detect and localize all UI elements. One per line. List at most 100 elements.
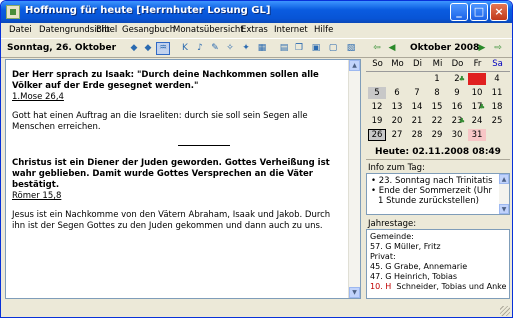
menu-internet[interactable]: Internet (274, 25, 308, 35)
prev-day-icon[interactable]: ◆ (127, 42, 141, 55)
calendar-day[interactable]: 11 (488, 87, 506, 99)
calendar-day[interactable]: 27 (388, 129, 406, 141)
lehrtext-comment: Jesus ist ein Nachkomme von den Vätern A… (12, 210, 331, 231)
month-forward-icon[interactable]: ▶ (475, 42, 489, 55)
calendar-day[interactable]: 9 (448, 87, 466, 99)
menu-datei[interactable]: Datei (9, 25, 32, 35)
reading-text: Der Herr sprach zu Isaak: "Durch deine N… (12, 70, 346, 232)
verse-icon[interactable]: ✎ (208, 42, 222, 55)
app-icon (6, 5, 20, 19)
scroll-down-icon[interactable]: ▼ (349, 287, 360, 298)
info-scrollbar[interactable]: ▲ ▼ (499, 174, 509, 214)
calendar-day-number: 29 (431, 130, 443, 140)
calendar-day-number: 11 (491, 88, 503, 98)
calendar-day-number: 7 (414, 88, 420, 98)
calendar-day[interactable]: 6 (388, 87, 406, 99)
calendar-day-number: 10 (471, 88, 483, 98)
calendar-day-number: 9 (454, 88, 460, 98)
jahrestage-row[interactable]: 45. G Grabe, Annemarie (370, 262, 467, 271)
prev-month-icon[interactable]: ⇦ (370, 42, 384, 55)
calendar-day-number: 21 (411, 116, 423, 126)
menu-hilfe[interactable]: Hilfe (314, 25, 333, 35)
prayer-icon[interactable]: ✧ (223, 42, 237, 55)
today-label[interactable]: Heute: 02.11.2008 08:49 (366, 147, 510, 157)
weekday-fr: Fr (473, 59, 482, 69)
view-icon[interactable]: ▢ (326, 42, 340, 55)
calendar-day-number: 28 (411, 130, 423, 140)
info-item: • Ende der Sommerzeit (Uhr 1 Stunde zurü… (371, 186, 493, 206)
calendar-day[interactable]: 7 (408, 87, 426, 99)
heute-divider (366, 159, 510, 160)
weekday-do: Do (451, 59, 464, 69)
scroll-up-icon[interactable]: ▲ (349, 60, 360, 71)
calendar-day[interactable]: 15 (428, 101, 446, 113)
calendar-day[interactable]: 8 (428, 87, 446, 99)
calendar-day[interactable]: 24 (468, 115, 486, 127)
calendar-day[interactable]: 16 (448, 101, 466, 113)
next-month-icon[interactable]: ⇨ (491, 42, 505, 55)
calendar-day[interactable]: 30 (448, 129, 466, 141)
jahrestage-row[interactable]: 47. G Heinrich, Tobias (370, 272, 457, 281)
info-item-text: 23. Sonntag nach Trinitatis (378, 176, 493, 186)
resize-grip-icon[interactable] (500, 306, 510, 316)
calendar-day[interactable]: 26 (368, 129, 386, 141)
calendar-day[interactable]: 25 (488, 115, 506, 127)
calendar-day-number: 12 (371, 102, 383, 112)
jahrestage-list[interactable]: Gemeinde: 57. G Müller, Fritz Privat: 45… (366, 229, 510, 299)
info-box[interactable]: • 23. Sonntag nach Trinitatis • Ende der… (366, 173, 510, 215)
jahrestage-row[interactable]: 10. H Schneider, Tobias und Anke (370, 282, 506, 291)
menu-gesangbuch[interactable]: Gesangbuch (122, 25, 175, 35)
calendar-day[interactable]: 19 (368, 115, 386, 127)
info-scroll-up-icon[interactable]: ▲ (499, 174, 509, 184)
calendar-day-number: 24 (471, 116, 483, 126)
menu-bibel[interactable]: Bibel (96, 25, 117, 35)
calendar-day-number: 20 (391, 116, 403, 126)
minimize-button[interactable]: _ (450, 3, 468, 21)
copy-icon[interactable]: ❐ (292, 42, 306, 55)
calendar-icon[interactable]: ▣ (309, 42, 323, 55)
calendar-day[interactable]: 4 (488, 73, 506, 85)
month-back-icon[interactable]: ◀ (385, 42, 399, 55)
calendar-day[interactable]: 1 (428, 73, 446, 85)
calendar-day[interactable]: 13 (388, 101, 406, 113)
menu-extras[interactable]: Extras (241, 25, 268, 35)
calendar-day[interactable]: 29 (428, 129, 446, 141)
calendar-day[interactable]: 21 (408, 115, 426, 127)
layout-icon[interactable]: ▧ (344, 42, 358, 55)
info-item-text: Ende der Sommerzeit (Uhr 1 Stunde zurück… (378, 186, 493, 206)
calendar-day[interactable]: 20 (388, 115, 406, 127)
calendar-day[interactable]: 5 (368, 87, 386, 99)
maximize-button[interactable]: □ (470, 3, 488, 21)
losung-reference[interactable]: 1.Mose 26,4 (12, 92, 346, 103)
calendar-day[interactable]: 10 (468, 87, 486, 99)
calendar-day-number: 5 (374, 88, 380, 98)
song-icon[interactable]: ♪ (193, 42, 207, 55)
losung-icon[interactable]: ♒ (156, 42, 170, 55)
calendar-day[interactable]: 18 (488, 101, 506, 113)
close-button[interactable]: × (490, 3, 508, 21)
print-icon[interactable]: ▤ (277, 42, 291, 55)
calendar-day-number: 30 (451, 130, 463, 140)
grid-icon[interactable]: ▦ (255, 42, 269, 55)
calendar-day[interactable]: 22 (428, 115, 446, 127)
jahrestage-row[interactable]: 57. G Müller, Fritz (370, 242, 441, 251)
calendar-day[interactable]: 2 ♣ (448, 73, 466, 85)
calendar-day[interactable]: 3 (468, 73, 486, 85)
calendar-day[interactable]: 28 (408, 129, 426, 141)
calendar-day[interactable]: 23 ♣ (448, 115, 466, 127)
menu-monatsuebersicht[interactable]: Monatsübersicht (173, 25, 244, 35)
reading-scrollbar[interactable]: ▲ ▼ (348, 60, 360, 298)
calendar-day[interactable]: 17 ♣ (468, 101, 486, 113)
text-icon[interactable]: ✦ (239, 42, 253, 55)
reading-pane[interactable]: Der Herr sprach zu Isaak: "Durch deine N… (5, 59, 361, 299)
info-scroll-down-icon[interactable]: ▼ (499, 204, 509, 214)
calendar-day[interactable]: 14 (408, 101, 426, 113)
title-bar[interactable]: Hoffnung für heute [Herrnhuter Losung GL… (1, 1, 512, 23)
next-day-icon[interactable]: ◆ (141, 42, 155, 55)
weekday-di: Di (413, 59, 422, 69)
lehrtext-reference[interactable]: Römer 15,8 (12, 191, 346, 202)
bible-icon[interactable]: K (178, 42, 192, 55)
calendar-day[interactable]: 31 (468, 129, 486, 141)
calendar-day[interactable]: 12 (368, 101, 386, 113)
calendar-day-number: 6 (394, 88, 400, 98)
